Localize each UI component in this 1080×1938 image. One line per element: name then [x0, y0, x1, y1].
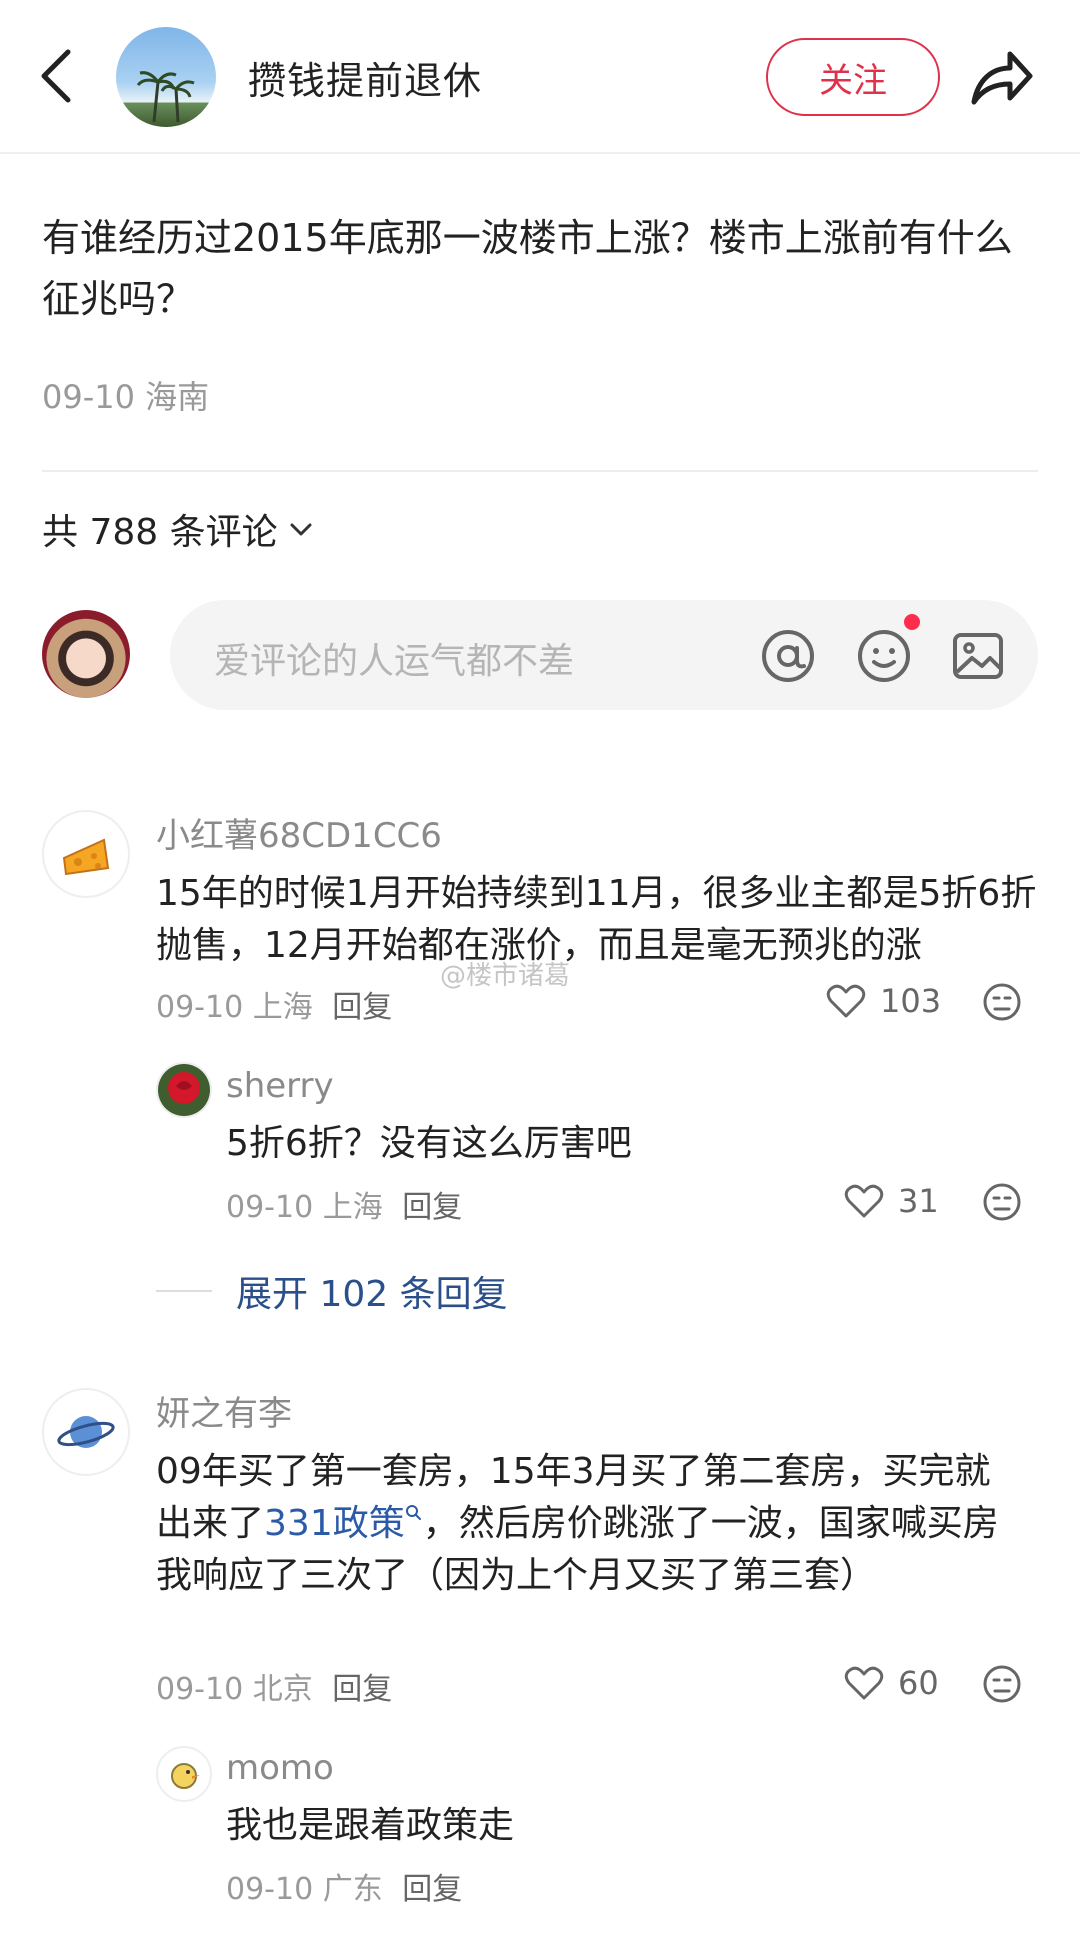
- like-button[interactable]: 103: [826, 982, 941, 1020]
- reply-location: 上海: [322, 1190, 383, 1225]
- comment-input[interactable]: 爱评论的人运气都不差: [170, 600, 1038, 710]
- reply-author[interactable]: sherry: [226, 1066, 334, 1106]
- follow-button[interactable]: 关注: [766, 38, 940, 116]
- like-count: 31: [898, 1182, 939, 1220]
- my-avatar[interactable]: [42, 610, 130, 698]
- reply-date: 09-10: [226, 1872, 314, 1907]
- reply-button[interactable]: 回复: [402, 1190, 462, 1225]
- comment-location: 上海: [252, 990, 313, 1025]
- reply-button[interactable]: 回复: [402, 1872, 462, 1907]
- top-bar: 攒钱提前退休 关注: [0, 0, 1080, 154]
- search-icon: [405, 1505, 421, 1520]
- heart-icon: [844, 1184, 884, 1218]
- reply-location: 广东: [322, 1872, 383, 1907]
- heart-icon: [844, 1666, 884, 1700]
- cheese-icon: [62, 838, 110, 876]
- planet-icon: [57, 1416, 115, 1448]
- post-meta: 09-10 海南: [42, 372, 209, 418]
- watermark: @楼市诸葛: [440, 961, 571, 991]
- expand-line: [156, 1290, 212, 1292]
- comment-text: 09年买了第一套房，15年3月买了第二套房，买完就出来了331政策 ，然后房价跳涨…: [156, 1446, 1016, 1602]
- reply-author[interactable]: momo: [226, 1748, 334, 1788]
- heart-icon: [826, 984, 866, 1018]
- author-name[interactable]: 攒钱提前退休: [248, 50, 482, 105]
- mention-icon[interactable]: [760, 628, 816, 684]
- reply-avatar[interactable]: [156, 1062, 212, 1118]
- reply-button[interactable]: 回复: [332, 990, 392, 1025]
- reply-meta: 09-10 广东 回复: [226, 1864, 462, 1908]
- emoji-icon[interactable]: [856, 628, 912, 684]
- comment-author[interactable]: 小红薯68CD1CC6: [156, 808, 442, 857]
- rose-icon: [158, 1064, 210, 1116]
- palm-tree-icon: [136, 71, 195, 123]
- post-date: 09-10: [42, 378, 135, 416]
- share-icon[interactable]: [966, 44, 1036, 110]
- post-location: 海南: [145, 378, 210, 416]
- comment-count-label: 共 788 条评论: [42, 512, 278, 553]
- reply-text: 5折6折？没有这么厉害吧: [226, 1123, 632, 1164]
- comment-meta: 09-10 北京 回复: [156, 1664, 392, 1708]
- divider: [42, 470, 1038, 472]
- comment-avatar[interactable]: [42, 810, 130, 898]
- policy-link[interactable]: 331政策: [264, 1503, 423, 1544]
- like-button[interactable]: 31: [844, 1182, 939, 1220]
- expand-replies-label: 展开 102 条回复: [236, 1274, 508, 1315]
- reply-button[interactable]: 回复: [332, 1672, 392, 1707]
- notification-dot: [904, 614, 920, 630]
- post-title: 有谁经历过2015年底那一波楼市上涨？楼市上涨前有什么征兆吗？: [42, 216, 1013, 321]
- dislike-face-icon[interactable]: [982, 1664, 1022, 1704]
- comment-meta: 09-10 上海 回复: [156, 982, 392, 1026]
- reply-avatar[interactable]: [156, 1746, 212, 1802]
- comment-avatar[interactable]: [42, 1388, 130, 1476]
- reply-text: 我也是跟着政策走: [226, 1805, 515, 1846]
- comment-date: 09-10: [156, 1672, 244, 1707]
- dislike-face-icon[interactable]: [982, 1182, 1022, 1222]
- image-icon[interactable]: [950, 628, 1006, 684]
- chevron-down-icon: [290, 523, 312, 536]
- back-arrow-icon[interactable]: [30, 42, 82, 110]
- like-count: 60: [898, 1664, 939, 1702]
- comment-location: 北京: [252, 1672, 313, 1707]
- comment-author[interactable]: 妍之有李: [156, 1386, 292, 1435]
- comment-input-placeholder: 爱评论的人运气都不差: [214, 641, 575, 682]
- duck-icon: [171, 1763, 200, 1789]
- like-button[interactable]: 60: [844, 1664, 939, 1702]
- reply-date: 09-10: [226, 1190, 314, 1225]
- like-count: 103: [880, 982, 942, 1020]
- comment-text: 15年的时候1月开始持续到11月，很多业主都是5折6折抛售，12月开始都在涨价，…: [156, 873, 1037, 966]
- comment-count-toggle[interactable]: 共 788 条评论: [42, 503, 314, 555]
- reply-meta: 09-10 上海 回复: [226, 1182, 462, 1226]
- author-avatar[interactable]: [116, 27, 216, 127]
- policy-link-label: 331政策: [264, 1503, 405, 1544]
- dislike-face-icon[interactable]: [982, 982, 1022, 1022]
- expand-replies-button[interactable]: 展开 102 条回复: [156, 1265, 508, 1317]
- comment-date: 09-10: [156, 990, 244, 1025]
